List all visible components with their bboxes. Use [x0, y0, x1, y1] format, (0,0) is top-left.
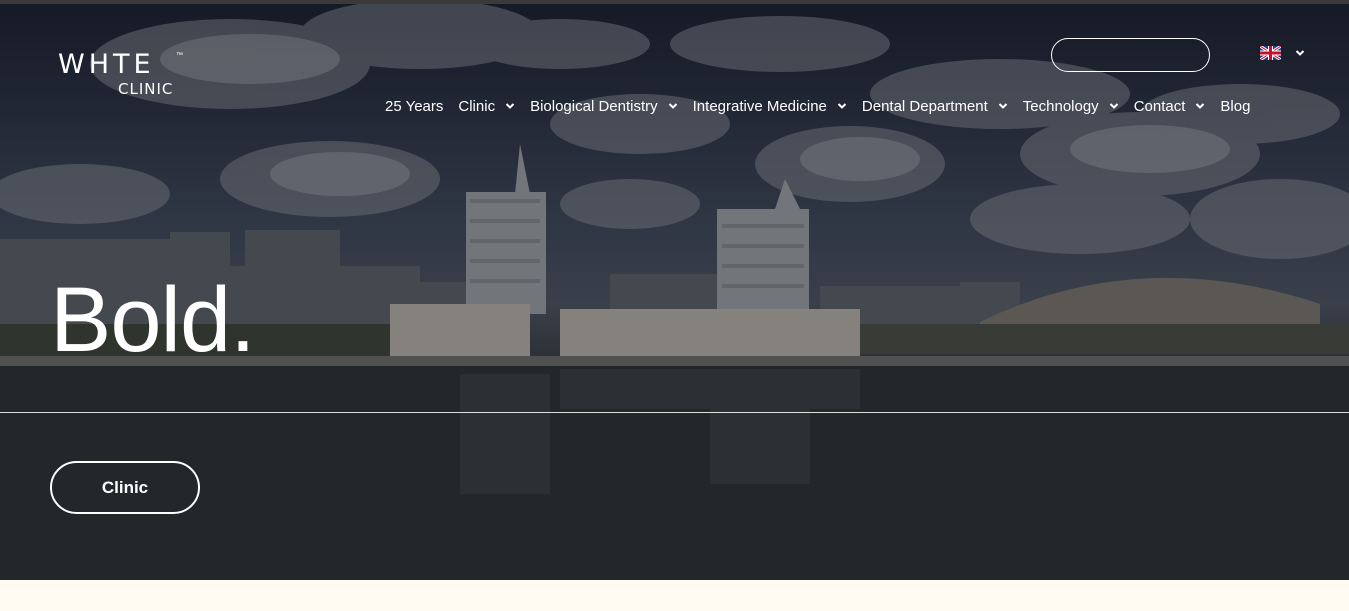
- logo-subtitle: CLINIC: [118, 80, 174, 98]
- hero-headline: Bold.: [50, 269, 256, 371]
- logo-wordmark: WHTE: [58, 49, 155, 80]
- chevron-down-icon: [837, 103, 847, 109]
- nav-item-label: Dental Department: [861, 97, 988, 115]
- chevron-down-icon: [1196, 103, 1205, 109]
- chevron-down-icon: [668, 103, 677, 109]
- logo-trademark: ™: [176, 52, 183, 59]
- nav-item-label: Contact: [1133, 97, 1186, 115]
- nav-item-label: Biological Dentistry: [530, 97, 658, 115]
- nav-item-technology[interactable]: Technology: [1023, 98, 1119, 115]
- main-navigation: 25 Years Clinic Biological Dentistry Int…: [385, 95, 1250, 117]
- nav-item-label: Blog: [1220, 97, 1251, 115]
- nav-item-25-years[interactable]: 25 Years: [385, 98, 443, 115]
- chevron-down-icon: [1295, 50, 1305, 56]
- hero-divider: [0, 412, 1349, 413]
- page-content-area: [0, 580, 1349, 611]
- uk-flag-icon: [1260, 46, 1281, 60]
- language-selector[interactable]: [1260, 46, 1305, 60]
- nav-item-label: Clinic: [458, 97, 496, 115]
- chevron-down-icon: [1109, 103, 1118, 109]
- nav-item-contact[interactable]: Contact: [1134, 98, 1206, 115]
- chevron-down-icon: [505, 103, 515, 109]
- brand-logo[interactable]: WHTE ™ CLINIC: [58, 49, 183, 99]
- nav-item-integrative-medicine[interactable]: Integrative Medicine: [693, 98, 847, 115]
- nav-item-label: Technology: [1022, 97, 1099, 115]
- chevron-down-icon: [998, 103, 1008, 109]
- nav-item-label: Integrative Medicine: [692, 97, 827, 115]
- nav-item-biological-dentistry[interactable]: Biological Dentistry: [530, 98, 678, 115]
- search-input[interactable]: [1051, 38, 1210, 72]
- nav-item-dental-department[interactable]: Dental Department: [862, 98, 1008, 115]
- nav-item-label: 25 Years: [385, 97, 444, 115]
- nav-item-blog[interactable]: Blog: [1220, 98, 1250, 115]
- nav-item-clinic[interactable]: Clinic: [458, 98, 515, 115]
- clinic-button[interactable]: Clinic: [50, 461, 200, 514]
